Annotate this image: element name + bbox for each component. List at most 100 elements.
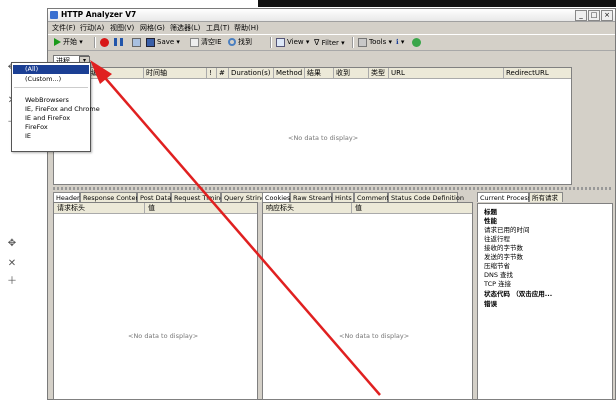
pane-splitter[interactable] <box>53 187 613 190</box>
copy-button[interactable] <box>132 37 143 48</box>
current-process-list: 标题 性能 请求已用的时间 往返行程 接收的字节数 发送的字节数 压缩节省 DN… <box>477 203 613 400</box>
pause-button[interactable] <box>114 37 125 48</box>
menu-filter[interactable]: 筛选器(L) <box>170 23 200 33</box>
grid-empty-text: <No data to display> <box>288 134 359 142</box>
info-icon: ℹ <box>396 38 399 46</box>
menu-grid[interactable]: 网格(G) <box>140 23 165 33</box>
menu-action[interactable]: 行动(A) <box>80 23 104 33</box>
response-header-pane: 响应标头 值 <No data to display> <box>262 202 473 400</box>
list-item[interactable]: DNS 查找 <box>484 271 513 280</box>
grid-header: 编号 时间轴 ! # Duration(s) Method 结果 收到 类型 U… <box>54 68 571 79</box>
dropdown-item-ie-firefox-chrome[interactable]: IE, FireFox and Chrome <box>13 105 100 114</box>
col-method[interactable]: Method <box>273 68 303 78</box>
dropdown-item-webbrowsers[interactable]: WebBrowsers <box>13 96 89 105</box>
tab-comment[interactable]: Comment <box>354 192 389 202</box>
request-header-pane: 请求标头 值 <No data to display> <box>53 202 258 400</box>
toolbar: 开始 ▾ Save ▾ 清空IE 找到 View ▾ ∇ Filter ▾ To… <box>48 34 615 51</box>
start-button[interactable]: 开始 ▾ <box>54 37 83 48</box>
menu-help[interactable]: 帮助(H) <box>234 23 259 33</box>
response-pane-header: 响应标头 值 <box>263 203 472 214</box>
col-result[interactable]: 结果 <box>304 68 332 78</box>
record-icon <box>100 37 109 47</box>
filter-dropdown-menu: (All) (Custom...) WebBrowsers IE, FireFo… <box>11 62 100 152</box>
menu-tools[interactable]: 工具(T) <box>206 23 230 33</box>
clear-ie-button[interactable]: 清空IE <box>190 37 222 48</box>
list-item[interactable]: 状态代码 （双击应用... <box>484 290 552 299</box>
dropdown-item-ie-firefox[interactable]: IE and FireFox <box>13 114 89 123</box>
menu-view[interactable]: 视图(V) <box>110 23 134 33</box>
tab-header[interactable]: Header <box>53 192 80 202</box>
request-value-col[interactable]: 值 <box>144 203 155 213</box>
filter-label: Filter <box>321 39 339 47</box>
tab-cookies[interactable]: Cookies <box>262 192 290 202</box>
list-item[interactable]: 往返行程 <box>484 235 510 244</box>
tab-post-data[interactable]: Post Data <box>137 192 171 202</box>
view-label: View <box>287 38 304 46</box>
request-pane-header: 请求标头 值 <box>54 203 257 214</box>
col-number[interactable]: 编号 <box>88 68 142 78</box>
copy-icon <box>132 37 141 47</box>
dropdown-item-firefox[interactable]: FireFox <box>13 123 89 132</box>
dropdown-item-ie[interactable]: IE <box>13 132 89 141</box>
filter-button[interactable]: ∇ Filter ▾ <box>314 37 345 48</box>
move-icon[interactable]: ✥ <box>6 238 18 250</box>
menu-bar: 文件(F) 行动(A) 视图(V) 网格(G) 筛选器(L) 工具(T) 帮助(… <box>48 22 615 33</box>
list-item[interactable]: 发送的字节数 <box>484 253 523 262</box>
view-button[interactable]: View ▾ <box>276 37 309 48</box>
tools-label: Tools <box>369 38 387 46</box>
list-item[interactable]: 请求已用的时间 <box>484 226 530 235</box>
minimize-button[interactable]: _ <box>575 10 587 21</box>
response-empty-text: <No data to display> <box>339 332 410 340</box>
tab-hints[interactable]: Hints <box>332 192 354 202</box>
col-flag[interactable]: ! <box>206 68 216 78</box>
list-item[interactable]: 性能 <box>484 217 497 226</box>
list-item[interactable]: 错误 <box>484 300 497 309</box>
request-empty-text: <No data to display> <box>128 332 199 340</box>
col-received[interactable]: 收到 <box>333 68 367 78</box>
col-duration[interactable]: Duration(s) <box>228 68 272 78</box>
view-icon <box>276 37 285 47</box>
tab-all-requests[interactable]: 所有请求 <box>529 192 563 202</box>
find-button[interactable]: 找到 <box>228 37 252 48</box>
col-timeline[interactable]: 时间轴 <box>143 68 205 78</box>
maximize-button[interactable]: □ <box>588 10 600 21</box>
dropdown-divider <box>14 87 88 88</box>
dropdown-item-custom[interactable]: (Custom...) <box>13 75 89 84</box>
dropdown-item-all[interactable]: (All) <box>13 65 89 74</box>
tab-status-code-definition[interactable]: Status Code Definition <box>388 192 464 202</box>
response-header-col[interactable]: 响应标头 <box>266 203 294 213</box>
col-redirect-url[interactable]: RedirectURL <box>503 68 573 78</box>
tab-request-timing[interactable]: Request Timing <box>171 192 224 202</box>
save-button[interactable]: Save ▾ <box>146 37 180 48</box>
close-window-button[interactable]: × <box>601 10 613 21</box>
save-icon <box>146 37 155 47</box>
response-value-col[interactable]: 值 <box>351 203 362 213</box>
pause-icon <box>114 38 123 46</box>
add-icon[interactable]: ＋ <box>6 276 18 288</box>
list-item[interactable]: 接收的字节数 <box>484 244 523 253</box>
col-url[interactable]: URL <box>388 68 502 78</box>
close-icon[interactable]: ✕ <box>6 258 18 270</box>
window-title: HTTP Analyzer V7 <box>61 10 137 19</box>
list-item[interactable]: 标题 <box>484 208 497 217</box>
info-button[interactable]: ℹ ▾ <box>396 37 404 48</box>
list-item[interactable]: TCP 连接 <box>484 280 511 289</box>
record-button[interactable] <box>100 37 111 48</box>
title-bar: HTTP Analyzer V7 _ □ × <box>48 9 615 22</box>
list-item[interactable]: 压缩节省 <box>484 262 510 271</box>
start-label: 开始 <box>63 38 77 46</box>
col-index[interactable]: # <box>216 68 228 78</box>
tools-button[interactable]: Tools ▾ <box>358 37 392 48</box>
tab-raw-stream[interactable]: Raw Stream <box>290 192 332 202</box>
globe-icon <box>412 37 421 47</box>
col-type[interactable]: 类型 <box>368 68 388 78</box>
menu-file[interactable]: 文件(F) <box>52 23 76 33</box>
clear-icon <box>190 37 199 47</box>
tab-query-string[interactable]: Query String <box>221 192 265 202</box>
screen-edge-strip <box>258 0 616 7</box>
save-label: Save <box>157 38 175 46</box>
request-header-col[interactable]: 请求标头 <box>57 203 85 213</box>
tab-response-content[interactable]: Response Content <box>80 192 142 202</box>
extra-button[interactable] <box>412 37 423 48</box>
tab-current-process[interactable]: Current Process <box>477 192 531 202</box>
